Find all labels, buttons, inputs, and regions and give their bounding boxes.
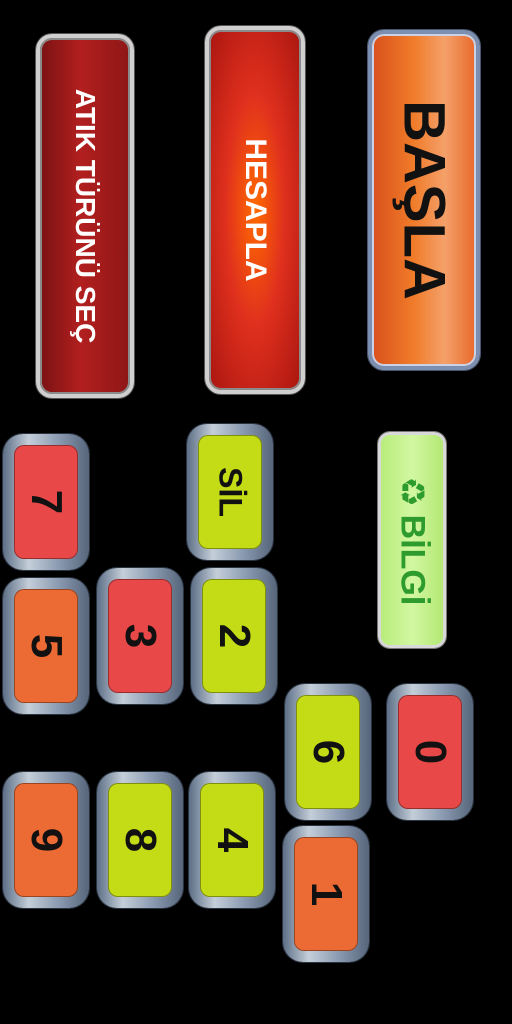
key-8-label: 8 xyxy=(116,827,165,853)
key-7[interactable]: 7 xyxy=(3,434,89,570)
key-3-label: 3 xyxy=(116,623,165,649)
key-5-label: 5 xyxy=(22,633,71,659)
key-4[interactable]: 4 xyxy=(189,772,275,908)
start-label: BAŞLA xyxy=(391,100,457,300)
info-label: BİLGİ xyxy=(393,514,432,606)
info-button-content: ♻ BİLGİ xyxy=(393,475,432,606)
key-6-label: 6 xyxy=(304,739,353,765)
start-button[interactable]: BAŞLA xyxy=(368,30,480,370)
calculate-button[interactable]: HESAPLA xyxy=(205,26,305,394)
recycle-icon: ♻ xyxy=(393,476,431,507)
key-1-label: 1 xyxy=(302,881,351,907)
waste-type-select-button[interactable]: ATIK TÜRÜNÜ SEÇ xyxy=(36,34,134,398)
waste-type-select-label: ATIK TÜRÜNÜ SEÇ xyxy=(70,88,101,344)
calculate-label: HESAPLA xyxy=(239,138,272,282)
key-2-label: 2 xyxy=(210,623,259,649)
key-8[interactable]: 8 xyxy=(97,772,183,908)
delete-key[interactable]: SİL xyxy=(187,424,273,560)
key-5[interactable]: 5 xyxy=(3,578,89,714)
key-3[interactable]: 3 xyxy=(97,568,183,704)
key-9-label: 9 xyxy=(22,827,71,853)
key-1[interactable]: 1 xyxy=(283,826,369,962)
key-2[interactable]: 2 xyxy=(191,568,277,704)
key-9[interactable]: 9 xyxy=(3,772,89,908)
delete-key-label: SİL xyxy=(212,467,249,517)
key-0-label: 0 xyxy=(406,739,455,765)
info-button[interactable]: ♻ BİLGİ xyxy=(378,432,446,648)
key-0[interactable]: 0 xyxy=(387,684,473,820)
key-7-label: 7 xyxy=(22,489,71,515)
key-4-label: 4 xyxy=(208,827,257,853)
key-6[interactable]: 6 xyxy=(285,684,371,820)
